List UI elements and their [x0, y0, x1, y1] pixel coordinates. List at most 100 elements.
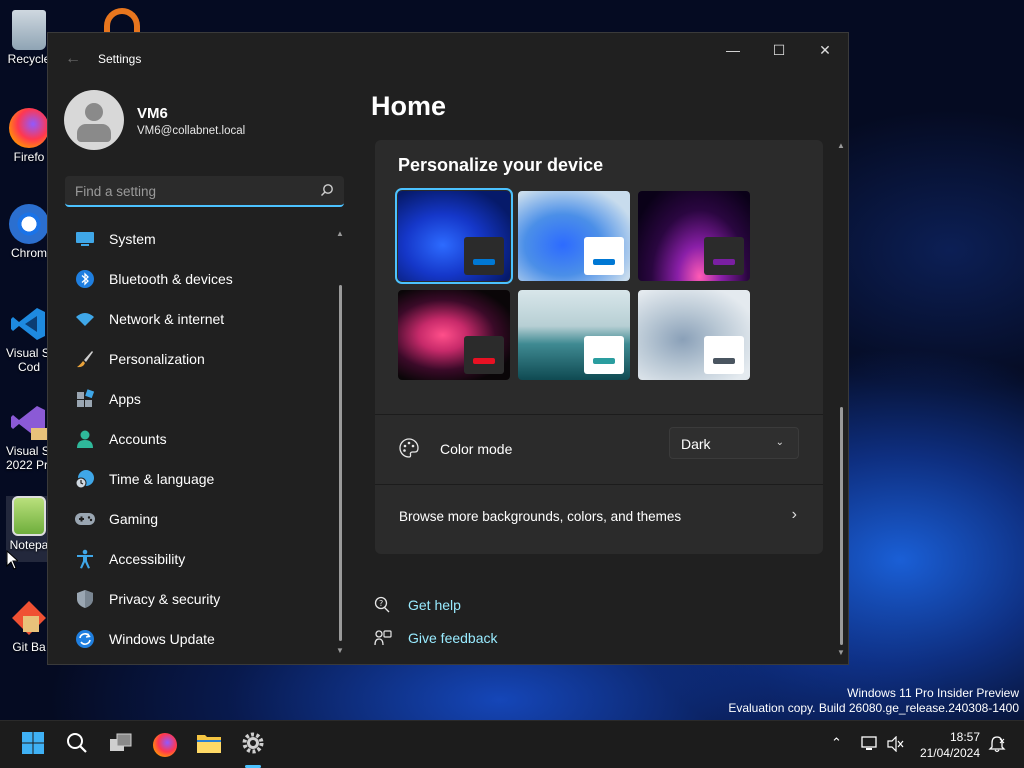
maximize-icon: ☐ [772, 42, 786, 58]
desktop-icon-git-bash[interactable]: Git Ba [6, 598, 52, 654]
desktop-icon-visual-studio[interactable]: Visual St 2022 Pre [6, 402, 55, 472]
search-box[interactable] [65, 176, 344, 207]
feedback-icon [374, 629, 392, 647]
content-scrollbar[interactable]: ▲ ▼ [837, 141, 847, 657]
sidebar-item-label: Network & internet [109, 311, 225, 327]
start-button[interactable] [18, 730, 48, 760]
git-bash-icon [9, 598, 49, 638]
card-title: Personalize your device [398, 155, 604, 175]
scroll-down-icon[interactable]: ▼ [336, 646, 344, 655]
desktop-icon-recycle-bin[interactable]: Recycle [6, 10, 52, 66]
taskbar-firefox-button[interactable] [150, 730, 180, 760]
sidebar-item-system[interactable]: System [65, 219, 335, 259]
desktop-icon-label-line2: Cod [17, 360, 40, 374]
desktop-icon-firefox[interactable]: Firefo [6, 108, 52, 164]
personalize-card: Personalize your device Color mode Dark … [375, 140, 823, 554]
scroll-up-icon[interactable]: ▲ [336, 229, 344, 238]
chevron-right-icon: › [791, 506, 797, 523]
taskbar-search-button[interactable] [62, 730, 92, 760]
windows-logo-icon [21, 731, 45, 760]
sidebar-item-label: Personalization [109, 351, 205, 367]
theme-tile[interactable] [638, 191, 750, 281]
desktop-icon-label: Firefo [13, 150, 45, 164]
search-input[interactable] [75, 182, 310, 200]
gamepad-icon [74, 508, 96, 530]
window-title: Settings [98, 52, 142, 66]
svg-text:?: ? [379, 599, 383, 608]
minimize-icon: — [726, 42, 740, 58]
sidebar-item-bluetooth[interactable]: Bluetooth & devices [65, 259, 335, 299]
notification-bell-icon[interactable] [988, 735, 1006, 756]
sidebar-item-apps[interactable]: Apps [65, 379, 335, 419]
network-icon[interactable] [861, 736, 879, 755]
taskbar-settings-button[interactable] [238, 730, 268, 760]
avatar[interactable] [64, 90, 124, 150]
search-icon [66, 732, 88, 759]
recycle-bin-icon [12, 10, 46, 50]
system-clock[interactable]: 18:57 21/04/2024 [920, 729, 980, 761]
color-mode-value: Dark [681, 436, 711, 452]
volume-muted-icon[interactable] [887, 735, 905, 755]
theme-tile[interactable] [638, 290, 750, 380]
sidebar-item-time-language[interactable]: Time & language [65, 459, 335, 499]
get-help-link[interactable]: ? Get help [374, 588, 498, 621]
maximize-button[interactable]: ☐ [756, 33, 802, 67]
app-shortcut-icon[interactable] [104, 8, 140, 34]
chrome-icon [9, 204, 49, 244]
back-button[interactable]: ← [62, 49, 84, 69]
theme-tile[interactable] [395, 188, 513, 284]
profile-name: VM6 [137, 105, 168, 122]
sidebar-item-personalization[interactable]: Personalization [65, 339, 335, 379]
taskbar-file-explorer-button[interactable] [194, 730, 224, 760]
page-title: Home [371, 91, 447, 121]
theme-preview-chip [464, 237, 504, 275]
color-mode-label: Color mode [440, 441, 513, 457]
theme-tile[interactable] [518, 191, 630, 281]
evaluation-watermark-line2: Evaluation copy. Build 26080.ge_release.… [728, 701, 1019, 715]
clock-date: 21/04/2024 [919, 746, 980, 760]
sidebar-item-accessibility[interactable]: Accessibility [65, 539, 335, 579]
give-feedback-link[interactable]: Give feedback [374, 621, 498, 654]
task-view-button[interactable] [106, 730, 136, 760]
evaluation-watermark-line1: Windows 11 Pro Insider Preview [847, 686, 1019, 700]
theme-preview-chip [584, 336, 624, 374]
theme-tile[interactable] [518, 290, 630, 380]
sidebar-item-privacy[interactable]: Privacy & security [65, 579, 335, 619]
close-button[interactable]: ✕ [802, 33, 848, 67]
theme-tile[interactable] [398, 290, 510, 380]
sidebar-item-label: Accounts [109, 431, 167, 447]
desktop-icon-label: Chrom [10, 246, 47, 260]
search-icon[interactable] [320, 183, 334, 197]
sidebar-scrollbar[interactable]: ▲ ▼ [335, 229, 345, 655]
scrollbar-thumb[interactable] [840, 407, 843, 645]
sidebar-item-gaming[interactable]: Gaming [65, 499, 335, 539]
sidebar-item-accounts[interactable]: Accounts [65, 419, 335, 459]
desktop-icon-label: Visual St [6, 444, 54, 458]
desktop-icon-label: Git Ba [12, 640, 46, 654]
scroll-down-icon[interactable]: ▼ [837, 648, 845, 657]
desktop-icon-vscode[interactable]: Visual St Cod [6, 304, 53, 374]
chevron-down-icon: ⌄ [775, 437, 784, 448]
browse-themes-link[interactable]: Browse more backgrounds, colors, and the… [375, 485, 823, 553]
apps-icon [74, 388, 96, 410]
show-hidden-icons-chevron-up-icon[interactable]: ⌃ [831, 735, 842, 751]
brush-icon [74, 348, 96, 370]
theme-preview-chip [704, 336, 744, 374]
minimize-button[interactable]: — [710, 33, 756, 67]
scroll-up-icon[interactable]: ▲ [837, 141, 845, 150]
sidebar-item-windows-update[interactable]: Windows Update [65, 619, 335, 659]
gear-icon [241, 731, 265, 760]
visual-studio-icon [9, 402, 49, 442]
sidebar-item-label: Apps [109, 391, 141, 407]
sidebar-item-label: Windows Update [109, 631, 215, 647]
sidebar-item-label: Gaming [109, 511, 159, 527]
desktop-icon-label-line2: 2022 Pre [6, 458, 55, 472]
title-bar[interactable]: ← Settings — ☐ ✕ [48, 33, 848, 83]
scrollbar-thumb[interactable] [339, 285, 342, 641]
sidebar-item-network[interactable]: Network & internet [65, 299, 335, 339]
theme-preview-chip [464, 336, 504, 374]
accessibility-icon [74, 548, 96, 570]
sidebar-item-label: Bluetooth & devices [109, 271, 233, 287]
color-mode-dropdown[interactable]: Dark ⌄ [669, 427, 799, 459]
desktop-icon-chrome[interactable]: Chrom [6, 204, 52, 260]
